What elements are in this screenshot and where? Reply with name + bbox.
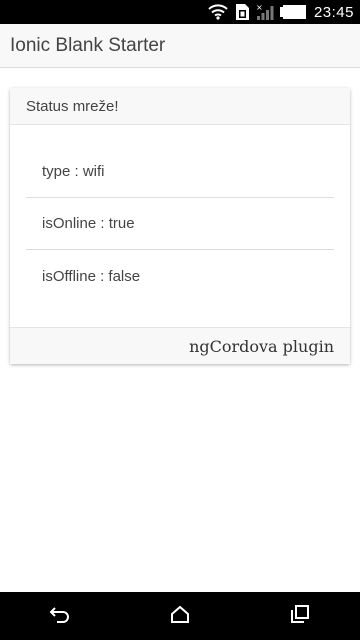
status-item-is-online: isOnline : true: [26, 198, 334, 250]
sim-icon: [234, 3, 250, 21]
svg-text:×: ×: [256, 3, 263, 12]
status-item-type: type : wifi: [26, 146, 334, 198]
card-body: type : wifi isOnline : true isOffline : …: [10, 125, 350, 327]
recents-icon: [291, 604, 309, 628]
system-navigation-bar: [0, 592, 360, 640]
status-bar: × 23:45: [0, 0, 360, 24]
card-header: Status mreže!: [10, 88, 350, 125]
home-button[interactable]: [150, 592, 210, 640]
network-status-card: Status mreže! type : wifi isOnline : tru…: [10, 88, 350, 364]
battery-icon: [279, 5, 306, 19]
recents-button[interactable]: [270, 592, 330, 640]
card-footer: ngCordova plugin: [10, 327, 350, 364]
status-item-is-offline: isOffline : false: [42, 267, 141, 285]
back-icon: [49, 605, 71, 628]
back-button[interactable]: [30, 592, 90, 640]
signal-icon: ×: [256, 3, 274, 21]
home-icon: [170, 605, 190, 628]
wifi-icon: [208, 4, 228, 20]
page-title: Ionic Blank Starter: [10, 34, 166, 56]
clock-time: 23:45: [313, 3, 354, 21]
app-header: Ionic Blank Starter: [0, 24, 360, 68]
